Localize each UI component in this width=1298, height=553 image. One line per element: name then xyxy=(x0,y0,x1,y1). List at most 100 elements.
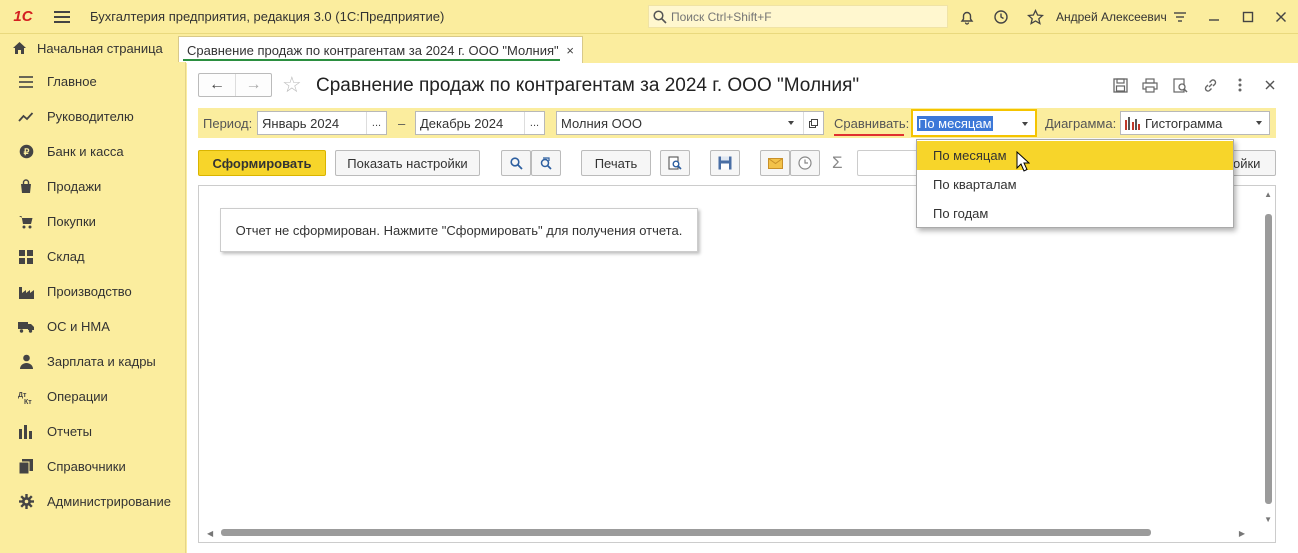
close-window-icon[interactable] xyxy=(1271,7,1291,27)
forward-arrow-icon[interactable]: → xyxy=(235,74,271,96)
sidebar-item-manager[interactable]: Руководителю xyxy=(0,99,186,134)
compare-field[interactable]: По месяцам xyxy=(911,109,1037,137)
compare-dropdown-button[interactable] xyxy=(1015,113,1035,135)
sidebar-item-label: Банк и касса xyxy=(47,144,124,159)
option-by-months[interactable]: По месяцам xyxy=(917,141,1233,170)
sidebar-item-fixed-assets[interactable]: ОС и НМА xyxy=(0,309,186,344)
compare-label-underline xyxy=(834,134,904,136)
vertical-scroll-thumb[interactable] xyxy=(1265,214,1272,504)
settings-button[interactable]: ойки xyxy=(1228,150,1276,176)
sidebar-item-label: Операции xyxy=(47,389,108,404)
floppy-icon xyxy=(718,156,732,170)
sidebar-item-operations[interactable]: Дт Кт Операции xyxy=(0,379,186,414)
gear-icon xyxy=(18,494,34,510)
sum-field[interactable] xyxy=(857,150,919,176)
send-email-button[interactable] xyxy=(760,150,790,176)
report-area[interactable]: Отчет не сформирован. Нажмите "Сформиров… xyxy=(198,185,1276,543)
tab-close-icon[interactable]: × xyxy=(566,43,574,58)
period-dash: – xyxy=(398,116,406,131)
svg-text:₽: ₽ xyxy=(23,147,29,157)
period-from-value: Январь 2024 xyxy=(262,115,340,131)
settings-lines-icon[interactable] xyxy=(1170,7,1190,27)
tab-report-label: Сравнение продаж по контрагентам за 2024… xyxy=(187,42,559,58)
page-title: Сравнение продаж по контрагентам за 2024… xyxy=(316,75,860,96)
print-icon[interactable] xyxy=(1140,75,1160,95)
minimize-icon[interactable] xyxy=(1204,7,1224,27)
organization-dropdown-button[interactable] xyxy=(781,112,801,134)
vertical-scrollbar[interactable] xyxy=(1265,204,1273,504)
compare-options-dropdown: По месяцам По кварталам По годам xyxy=(916,139,1234,228)
sidebar-item-production[interactable]: Производство xyxy=(0,274,186,309)
sidebar-item-warehouse[interactable]: Склад xyxy=(0,239,186,274)
scroll-left-icon[interactable]: ◀ xyxy=(207,529,213,538)
factory-icon xyxy=(18,284,34,300)
link-icon[interactable] xyxy=(1200,75,1220,95)
organization-field[interactable]: Молния ООО xyxy=(556,111,824,135)
sidebar-item-purchases[interactable]: Покупки xyxy=(0,204,186,239)
option-by-years[interactable]: По годам xyxy=(917,199,1233,228)
find-next-button[interactable] xyxy=(531,150,561,176)
chart-type-value: Гистограмма xyxy=(1145,115,1223,131)
sidebar-item-admin[interactable]: Администрирование xyxy=(0,484,186,519)
back-arrow-icon[interactable]: ← xyxy=(199,74,235,96)
maximize-icon[interactable] xyxy=(1238,7,1258,27)
sidebar-item-catalogs[interactable]: Справочники xyxy=(0,449,186,484)
sidebar: Главное Руководителю ₽ Банк и касса Прод… xyxy=(0,62,186,553)
svg-text:Кт: Кт xyxy=(24,399,32,404)
generate-button[interactable]: Сформировать xyxy=(198,150,326,176)
person-icon xyxy=(18,354,34,370)
preview-icon[interactable] xyxy=(1170,75,1190,95)
period-to-field[interactable]: Декабрь 2024 ... xyxy=(415,111,545,135)
favorites-star-icon[interactable] xyxy=(1025,7,1045,27)
period-to-select-button[interactable]: ... xyxy=(524,112,544,134)
period-from-select-button[interactable]: ... xyxy=(366,112,386,134)
sidebar-item-payroll[interactable]: Зарплата и кадры xyxy=(0,344,186,379)
tab-home[interactable]: Начальная страница xyxy=(0,34,176,62)
print-preview-button[interactable] xyxy=(660,150,690,176)
print-button[interactable]: Печать xyxy=(581,150,651,176)
trend-icon xyxy=(18,109,34,125)
schedule-button[interactable] xyxy=(790,150,820,176)
scroll-right-icon[interactable]: ▶ xyxy=(1239,529,1245,538)
search-input[interactable] xyxy=(667,9,937,24)
period-label: Период: xyxy=(203,116,253,131)
period-from-field[interactable]: Январь 2024 ... xyxy=(257,111,387,135)
tab-report[interactable]: Сравнение продаж по контрагентам за 2024… xyxy=(178,36,583,63)
tab-active-indicator xyxy=(183,59,560,61)
sidebar-item-label: Продажи xyxy=(47,179,102,194)
sidebar-item-bank[interactable]: ₽ Банк и касса xyxy=(0,134,186,169)
more-actions-icon[interactable] xyxy=(1230,75,1250,95)
home-icon xyxy=(13,42,26,54)
open-organization-icon[interactable] xyxy=(803,112,823,134)
sidebar-item-label: ОС и НМА xyxy=(47,319,110,334)
option-by-quarters[interactable]: По кварталам xyxy=(917,170,1233,199)
sidebar-item-label: Зарплата и кадры xyxy=(47,354,156,369)
chart-type-dropdown-button[interactable] xyxy=(1249,112,1269,134)
close-form-icon[interactable] xyxy=(1260,75,1280,95)
app-title: Бухгалтерия предприятия, редакция 3.0 (1… xyxy=(90,9,445,24)
sidebar-item-label: Администрирование xyxy=(47,494,171,509)
compare-value: По месяцам xyxy=(917,115,993,131)
show-settings-button[interactable]: Показать настройки xyxy=(335,150,480,176)
sidebar-item-reports[interactable]: Отчеты xyxy=(0,414,186,449)
sum-sigma-icon[interactable]: Σ xyxy=(832,153,843,173)
bell-icon[interactable] xyxy=(957,7,977,27)
search-box[interactable] xyxy=(648,5,948,28)
sidebar-item-label: Покупки xyxy=(47,214,96,229)
book-icon xyxy=(18,459,34,475)
main-menu-icon[interactable] xyxy=(54,10,70,23)
scroll-down-icon[interactable]: ▼ xyxy=(1264,515,1272,524)
find-button[interactable] xyxy=(501,150,531,176)
favorite-star-icon[interactable]: ☆ xyxy=(282,72,302,98)
horizontal-scrollbar[interactable] xyxy=(221,529,1151,536)
chart-type-field[interactable]: Гистограмма xyxy=(1120,111,1270,135)
sidebar-item-sales[interactable]: Продажи xyxy=(0,169,186,204)
sidebar-item-main[interactable]: Главное xyxy=(0,64,186,99)
user-name[interactable]: Андрей Алексеевич xyxy=(1056,10,1167,24)
scroll-up-icon[interactable]: ▲ xyxy=(1264,190,1272,199)
save-button[interactable] xyxy=(710,150,740,176)
save-file-icon[interactable] xyxy=(1110,75,1130,95)
search-icon xyxy=(509,156,523,170)
history-icon[interactable] xyxy=(991,7,1011,27)
svg-text:Дт: Дт xyxy=(18,392,27,399)
